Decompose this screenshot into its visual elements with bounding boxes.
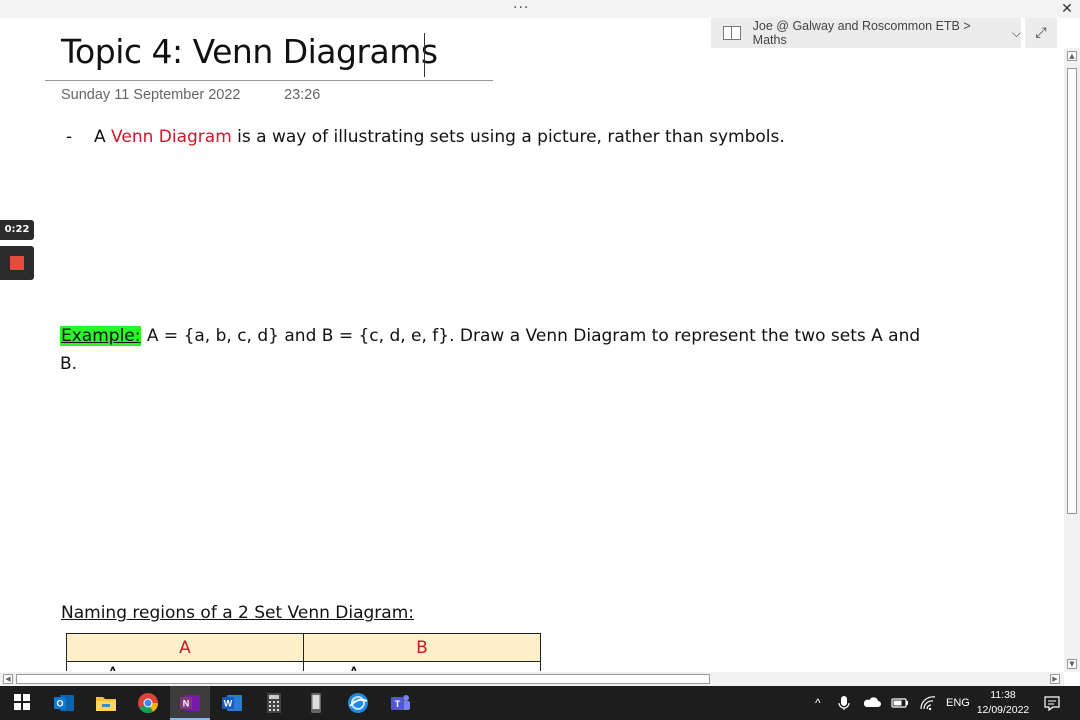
regions-table[interactable]: A B A A (66, 633, 541, 671)
text-caret (424, 33, 425, 77)
example-text: A = {a, b, c, d} and B = {c, d, e, f}. D… (60, 326, 921, 374)
naming-heading[interactable]: Naming regions of a 2 Set Venn Diagram: (61, 603, 414, 623)
scroll-down-icon[interactable]: ▼ (1067, 659, 1077, 669)
table-cell-text: A (107, 664, 119, 671)
bullet-text-post: is a way of illustrating sets using a pi… (231, 127, 785, 147)
example-paragraph[interactable]: Example: A = {a, b, c, d} and B = {c, d,… (60, 322, 940, 378)
bullet-dash: - (66, 127, 73, 147)
clock-time: 11:38 (990, 689, 1016, 701)
phone-icon[interactable] (304, 691, 328, 715)
language-indicator[interactable]: ENG (946, 686, 970, 720)
clock-date: 12/09/2022 (976, 704, 1030, 716)
microphone-icon[interactable] (835, 694, 853, 712)
svg-text:W: W (224, 699, 233, 709)
onedrive-icon[interactable] (862, 694, 882, 712)
svg-text:T: T (395, 699, 401, 709)
calculator-icon[interactable] (262, 691, 286, 715)
example-label: Example: (60, 326, 142, 346)
teams-icon[interactable]: T (388, 691, 412, 715)
outlook-icon[interactable]: O (52, 691, 76, 715)
menu-dots-icon[interactable]: ··· (513, 0, 529, 16)
file-explorer-icon[interactable] (94, 691, 118, 715)
chrome-icon[interactable] (136, 691, 160, 715)
taskbar: O N W T ^ ENG 11:38 12/09/2022 (0, 686, 1080, 720)
taskbar-clock[interactable]: 11:38 12/09/2022 (970, 688, 1036, 718)
scroll-right-icon[interactable]: ▶ (1050, 674, 1060, 684)
vertical-scrollbar[interactable]: ▲ ▼ (1064, 48, 1080, 672)
scroll-left-icon[interactable]: ◀ (3, 674, 13, 684)
table-row: A A (67, 662, 540, 671)
venn-diagram-term: Venn Diagram (111, 127, 232, 147)
notebook-icon (723, 26, 741, 40)
page-time: 23:26 (284, 87, 321, 103)
page-title[interactable]: Topic 4: Venn Diagrams (61, 32, 438, 71)
horizontal-scroll-thumb[interactable] (16, 674, 710, 684)
svg-text:O: O (56, 699, 63, 709)
expand-icon[interactable]: ⤢ (1025, 18, 1057, 48)
windows-start-icon[interactable] (12, 691, 36, 715)
battery-icon[interactable] (890, 694, 910, 712)
recording-timer: 0:22 (0, 220, 34, 240)
notebook-breadcrumb: Joe @ Galway and Roscommon ETB > Maths (752, 19, 971, 47)
table-cell: A (303, 662, 540, 671)
title-divider (45, 80, 493, 81)
onenote-icon[interactable]: N (178, 691, 202, 715)
scroll-up-icon[interactable]: ▲ (1067, 51, 1077, 61)
table-cell-text: A (348, 664, 360, 671)
table-header-b: B (303, 634, 540, 661)
stop-icon (10, 256, 24, 270)
chevron-down-icon: ⌵ (1011, 25, 1021, 40)
page-date: Sunday 11 September 2022 (61, 87, 241, 103)
notifications-icon[interactable] (1042, 694, 1062, 712)
table-header-row: A B (67, 634, 540, 662)
browser-icon[interactable] (346, 691, 370, 715)
horizontal-scrollbar[interactable]: ◀ ▶ (0, 672, 1064, 686)
close-icon[interactable]: ✕ (1058, 0, 1076, 18)
stop-recording-button[interactable] (0, 246, 34, 280)
notebook-selector[interactable]: Joe @ Galway and Roscommon ETB > Maths ⌵ (711, 18, 1021, 48)
svg-text:N: N (183, 699, 190, 709)
wifi-icon[interactable] (918, 694, 938, 712)
table-header-a: A (179, 638, 191, 658)
bullet-text-pre: A (94, 127, 112, 147)
word-icon[interactable]: W (220, 691, 244, 715)
show-hidden-icons-icon[interactable]: ^ (815, 686, 821, 720)
bullet-text[interactable]: A Venn Diagram is a way of illustrating … (94, 127, 785, 147)
window-top-strip: ··· ✕ (0, 0, 1080, 18)
table-cell: A (67, 662, 303, 671)
vertical-scroll-thumb[interactable] (1067, 68, 1077, 514)
